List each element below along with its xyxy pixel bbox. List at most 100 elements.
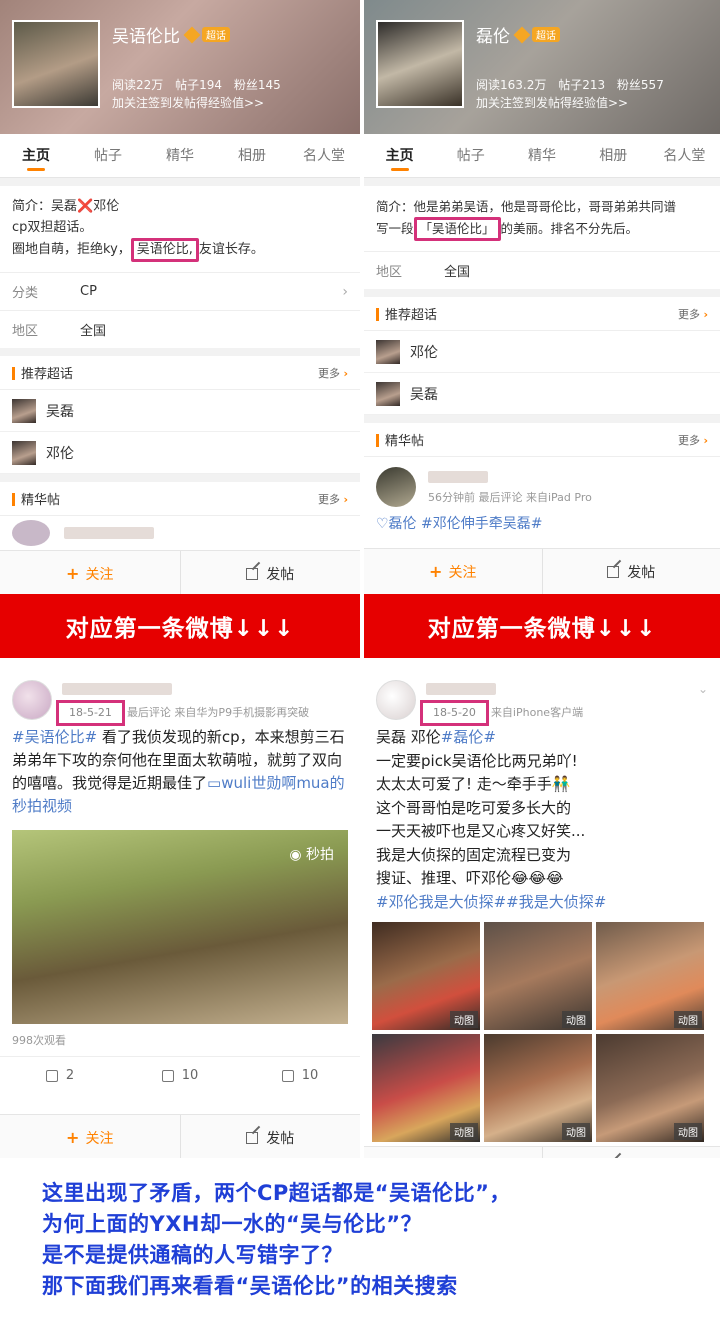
gif-thumbnail[interactable]: 动图: [372, 922, 480, 1030]
sign-in-link[interactable]: 加关注签到发帖得经验值>>: [112, 94, 264, 111]
view-count: 998次观看: [12, 1034, 66, 1047]
follow-button[interactable]: + 关注: [0, 1115, 180, 1158]
tab-hall-of-fame[interactable]: 名人堂: [288, 134, 360, 177]
supertopic-avatar[interactable]: [12, 20, 100, 108]
post-button[interactable]: 发帖: [179, 1115, 361, 1158]
red-banner: 对应第一条微博↓↓↓: [0, 594, 360, 658]
more-label: 更多: [677, 307, 700, 321]
post-line: 吴磊 邓伦: [376, 728, 441, 746]
supertopic-badge: 超话: [202, 27, 230, 42]
read-count: 阅读22万: [112, 78, 164, 92]
recommend-name: 邓伦: [46, 445, 74, 462]
recommend-item[interactable]: 邓伦: [364, 331, 720, 373]
blurred-username: [428, 471, 488, 483]
annotation-text: 这里出现了矛盾，两个CP超话都是“吴语伦比”， 为何上面的YXH却一水的“吴与伦…: [0, 1168, 720, 1327]
hashtag-link[interactable]: #吴语伦比#: [12, 728, 97, 746]
post-button[interactable]: 发帖: [541, 1147, 720, 1158]
edit-icon: [246, 567, 259, 580]
section-bar-icon: [12, 493, 15, 506]
left-supertopic-screenshot: 吴语伦比 超话 阅读22万 帖子194 粉丝145 加关注签到发帖得经验值>> 主…: [0, 0, 360, 594]
miaopai-watermark: ◉ 秒拍: [289, 847, 334, 863]
like-button[interactable]: 10: [240, 1057, 360, 1094]
more-link[interactable]: 更多 ›: [678, 432, 708, 448]
recommend-item[interactable]: 吴磊: [0, 390, 360, 432]
more-link[interactable]: 更多 ›: [678, 306, 708, 322]
recommend-name: 吴磊: [410, 386, 438, 403]
tab-home[interactable]: 主页: [364, 134, 435, 177]
more-link[interactable]: 更多 ›: [318, 365, 348, 381]
tab-posts[interactable]: 帖子: [72, 134, 144, 177]
region-value: 全国: [444, 265, 471, 280]
post-button[interactable]: 发帖: [179, 551, 361, 594]
tab-bar: 主页 帖子 精华 相册 名人堂: [364, 134, 720, 178]
region-value: 全国: [80, 324, 107, 339]
gif-thumbnail[interactable]: 动图: [372, 1034, 480, 1142]
post-line: 我是大侦探的固定流程已变为: [376, 845, 572, 864]
supertopic-name-row: 磊伦 超话: [476, 22, 560, 47]
post-count: 帖子194: [175, 78, 223, 92]
gif-thumbnail[interactable]: 动图: [596, 1034, 704, 1142]
video-link-icon: ▭: [207, 774, 222, 792]
supertopic-avatar[interactable]: [376, 20, 464, 108]
post-line: 搜证、推理、吓邓伦😂😂😂: [376, 869, 564, 887]
follow-button[interactable]: + 关注: [364, 549, 542, 594]
featured-post-peek[interactable]: 56分钟前 最后评论 来自iPad Pro ♡磊伦 #邓伦伸手牵吴磊#: [364, 457, 720, 549]
tab-featured[interactable]: 精华: [144, 134, 216, 177]
gif-thumbnail[interactable]: 动图: [596, 922, 704, 1030]
post-count: 帖子213: [558, 78, 606, 92]
plus-icon: +: [66, 1128, 80, 1147]
tab-home[interactable]: 主页: [0, 134, 72, 177]
chevron-right-icon: ›: [343, 492, 348, 506]
annotation-line: 这里出现了矛盾，两个CP超话都是“吴语伦比”，: [42, 1181, 511, 1205]
more-link[interactable]: 更多 ›: [318, 491, 348, 507]
recommend-title: 推荐超话: [385, 308, 438, 323]
post-meta: 18-5-21 最后评论 来自华为P9手机摄影再突破: [56, 700, 309, 726]
avatar[interactable]: [12, 680, 52, 720]
gif-thumbnail[interactable]: 动图: [484, 922, 592, 1030]
gif-thumbnail[interactable]: 动图: [484, 1034, 592, 1142]
intro-suffix: 邓伦: [93, 199, 120, 214]
hashtag-link[interactable]: #邓伦我是大侦探##我是大侦探#: [376, 891, 708, 915]
section-bar-icon: [12, 367, 15, 380]
tab-posts[interactable]: 帖子: [435, 134, 506, 177]
thumbs-up-icon: [281, 1069, 294, 1082]
post-hashtags[interactable]: ♡磊伦 #邓伦伸手牵吴磊#: [376, 513, 542, 533]
tab-album[interactable]: 相册: [578, 134, 649, 177]
hashtag-link[interactable]: #磊伦#: [441, 728, 496, 746]
weibo-post: 18-5-20 来自iPhone客户端 ⌄ 吴磊 邓伦#磊伦# 一定要pick吴语…: [364, 668, 720, 1158]
gif-label: 动图: [562, 1123, 590, 1140]
post-label: 发帖: [266, 1130, 295, 1147]
post-meta: 56分钟前 最后评论 来自iPad Pro: [428, 491, 592, 504]
region-row: 地区 全国: [0, 310, 360, 348]
post-button[interactable]: 发帖: [541, 549, 720, 594]
intro-line-2: cp双担超话。: [12, 220, 93, 235]
right-supertopic-screenshot: 磊伦 超话 阅读163.2万 帖子213 粉丝557 加关注签到发帖得经验值>> …: [364, 0, 720, 594]
post-line: 太太太可爱了! 走～牵手手👬: [376, 775, 571, 793]
avatar[interactable]: [376, 680, 416, 720]
chevron-down-icon[interactable]: ⌄: [698, 682, 708, 696]
date-highlight-box: 18-5-21: [56, 700, 125, 726]
avatar: [376, 339, 400, 364]
tab-album[interactable]: 相册: [216, 134, 288, 177]
category-row[interactable]: 分类 CP ›: [0, 272, 360, 310]
annotation-line: 是不是提供通稿的人写错字了？: [42, 1243, 343, 1267]
forward-button[interactable]: 2: [0, 1057, 120, 1094]
diamond-icon: [513, 26, 531, 44]
section-bar-icon: [376, 434, 379, 447]
follow-button[interactable]: + 关注: [364, 1147, 542, 1158]
featured-post-peek[interactable]: [0, 516, 360, 550]
tab-hall-of-fame[interactable]: 名人堂: [649, 134, 720, 177]
more-label: 更多: [317, 492, 340, 506]
tab-featured[interactable]: 精华: [506, 134, 577, 177]
comment-button[interactable]: 10: [120, 1057, 240, 1094]
supertopic-badge: 超话: [532, 27, 560, 42]
intro-line-2b: 的美丽。排名不分先后。: [500, 221, 639, 236]
follow-button[interactable]: + 关注: [0, 551, 180, 594]
recommend-item[interactable]: 邓伦: [0, 432, 360, 474]
sign-in-link[interactable]: 加关注签到发帖得经验值>>: [476, 94, 628, 111]
plus-icon: +: [429, 1155, 442, 1158]
recommend-name: 吴磊: [46, 403, 74, 420]
video-thumbnail[interactable]: ◉ 秒拍: [12, 830, 348, 1024]
comment-count: 10: [181, 1068, 199, 1083]
recommend-item[interactable]: 吴磊: [364, 373, 720, 415]
